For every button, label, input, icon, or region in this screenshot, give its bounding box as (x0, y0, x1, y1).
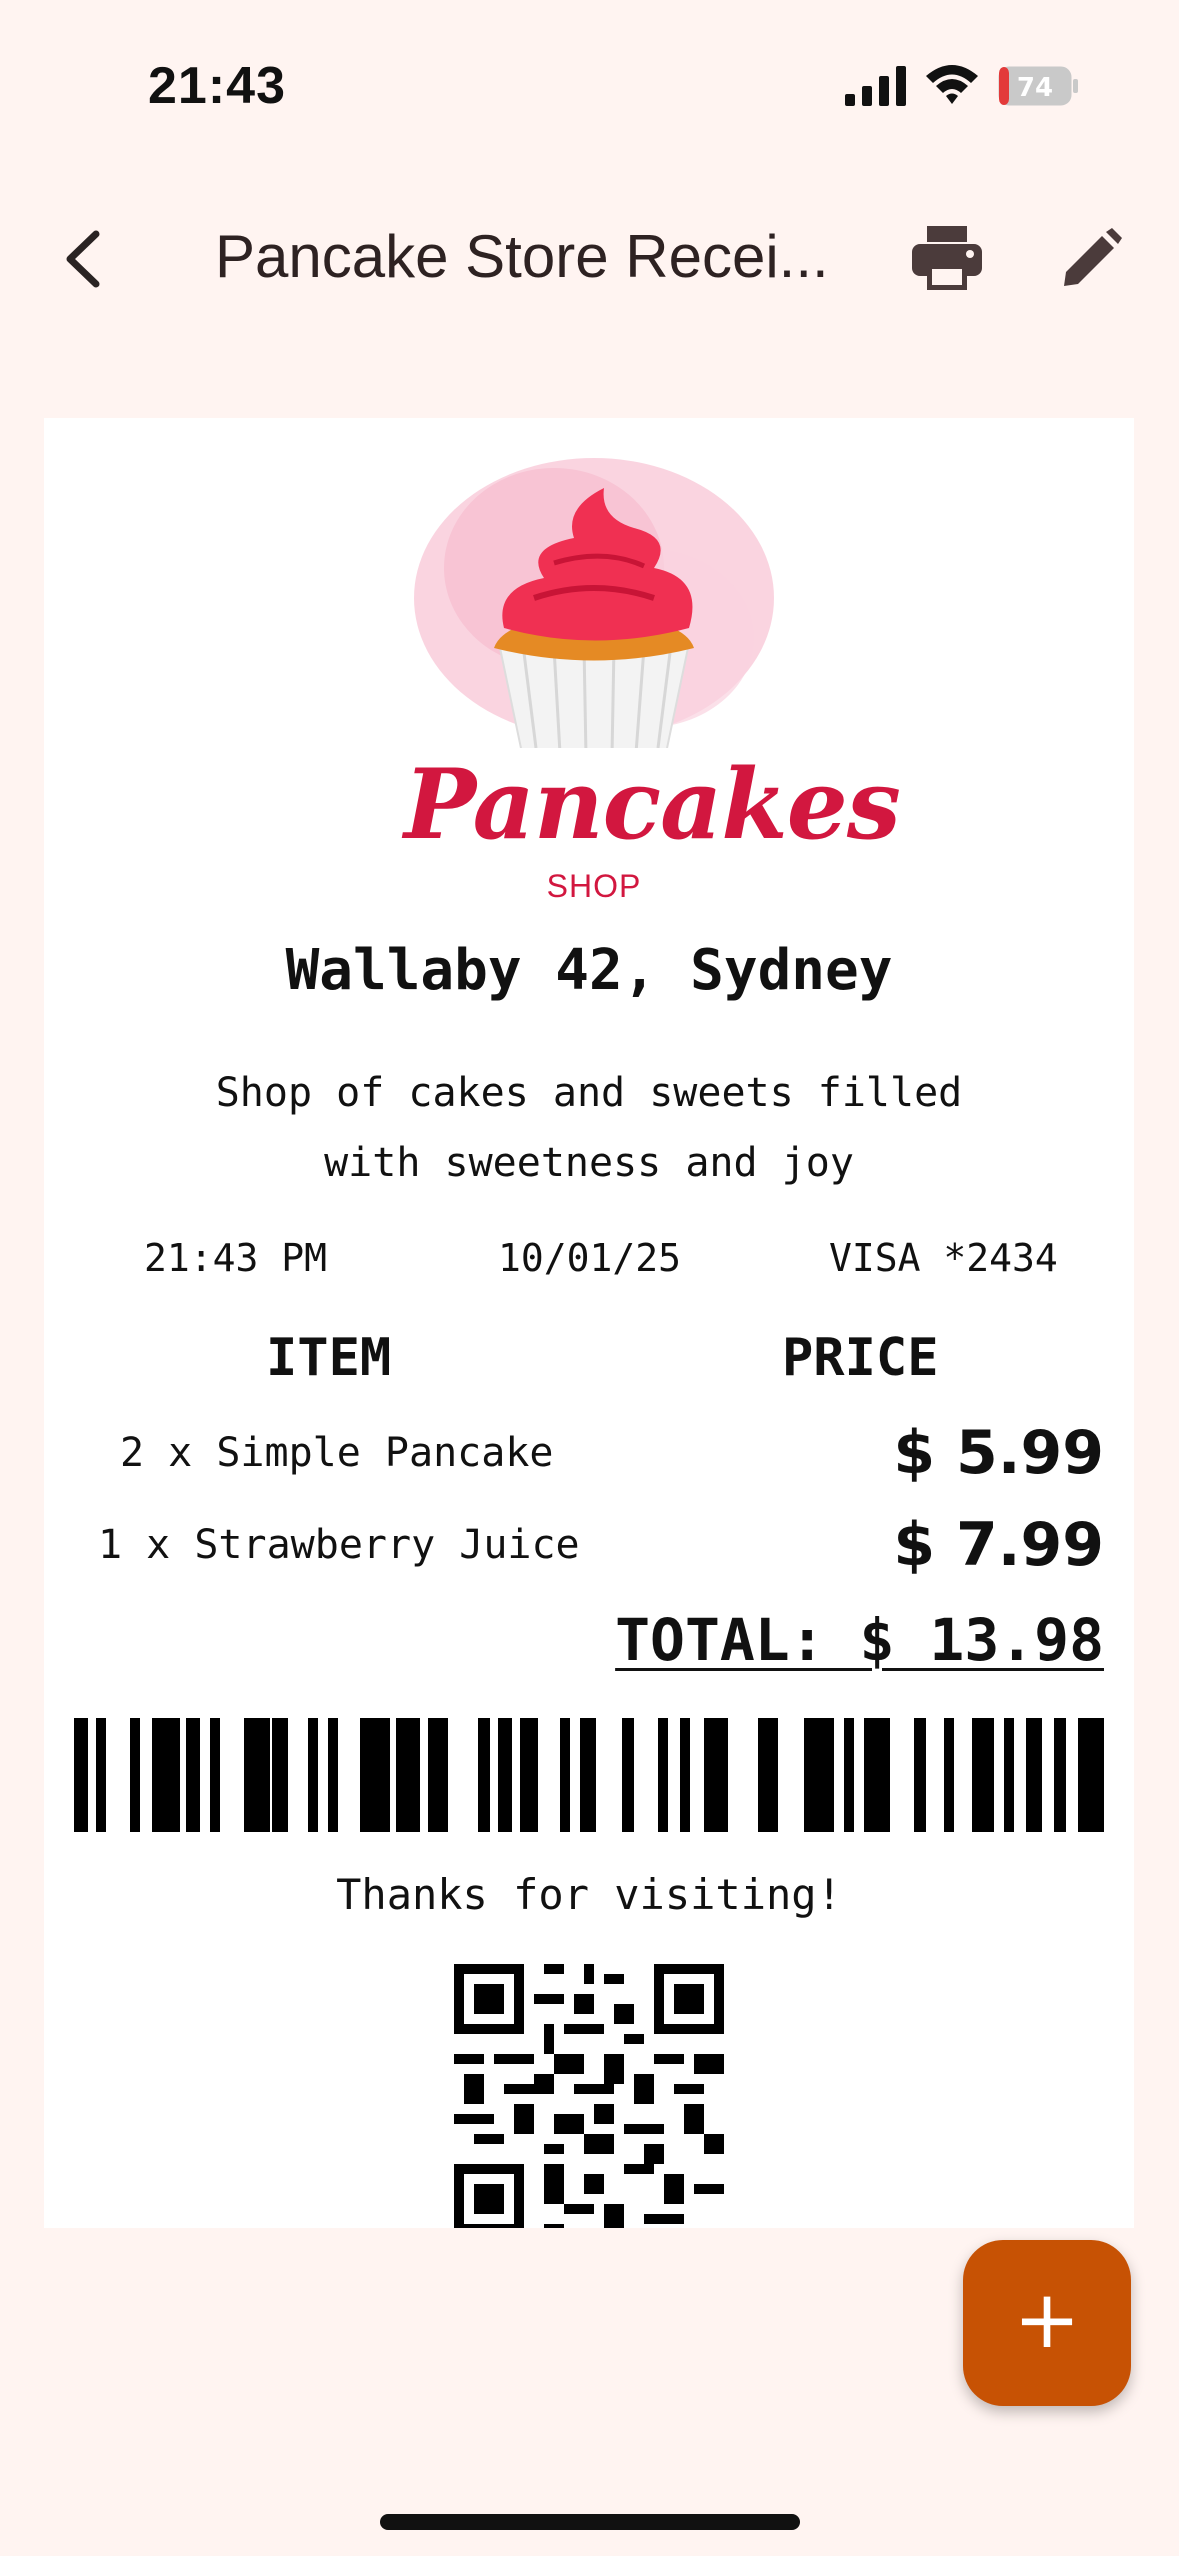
plus-icon: + (1013, 2273, 1081, 2366)
payment-card: VISA *2434 (829, 1236, 1058, 1280)
wifi-icon (926, 65, 978, 104)
tagline-line-2: with sweetness and joy (324, 1140, 854, 1186)
qr-code (454, 1964, 724, 2228)
line-item-label: 1 x Strawberry Juice (98, 1522, 580, 1568)
add-receipt-fab[interactable]: + (963, 2240, 1131, 2406)
logo-subtitle: SHOP (546, 868, 642, 904)
pencil-icon (1064, 228, 1122, 286)
print-button[interactable] (912, 226, 982, 292)
receipt-card: Pancakes SHOP Wallaby 42, Sydney Shop of… (44, 418, 1134, 2228)
cupcake-icon (414, 458, 774, 748)
line-item-price: $ 7.99 (893, 1510, 1104, 1580)
receipt-total: TOTAL: $ 13.98 (615, 1606, 1104, 1674)
home-indicator (380, 2514, 800, 2530)
page-title: Pancake Store Recei... (215, 223, 829, 290)
top-app-bar: Pancake Store Recei... (0, 200, 1179, 320)
logo-name: Pancakes (404, 748, 901, 861)
edit-button[interactable] (1058, 226, 1124, 292)
receipt-time: 21:43 PM (144, 1236, 328, 1280)
item-column-header: ITEM (266, 1328, 392, 1388)
status-time: 21:43 (148, 57, 286, 115)
shop-tagline: Shop of cakes and sweets filled with swe… (44, 1058, 1134, 1198)
back-button[interactable] (56, 224, 116, 294)
battery-icon: 74 (998, 66, 1078, 106)
back-arrow-icon (66, 230, 100, 288)
price-column-header: PRICE (782, 1328, 939, 1388)
tagline-line-1: Shop of cakes and sweets filled (215, 1070, 963, 1116)
barcode (74, 1718, 1104, 1832)
printer-icon (912, 226, 982, 290)
shop-address: Wallaby 42, Sydney (285, 938, 893, 1003)
line-item-label: 2 x Simple Pancake (120, 1430, 554, 1476)
battery-level: 74 (1017, 73, 1053, 103)
thanks-message: Thanks for visiting! (336, 1870, 842, 1919)
shop-logo: Pancakes SHOP (404, 448, 901, 904)
signal-icon (845, 66, 906, 106)
receipt-date: 10/01/25 (498, 1236, 682, 1280)
status-bar: 21:43 74 (0, 0, 1179, 170)
line-item-price: $ 5.99 (893, 1418, 1104, 1488)
